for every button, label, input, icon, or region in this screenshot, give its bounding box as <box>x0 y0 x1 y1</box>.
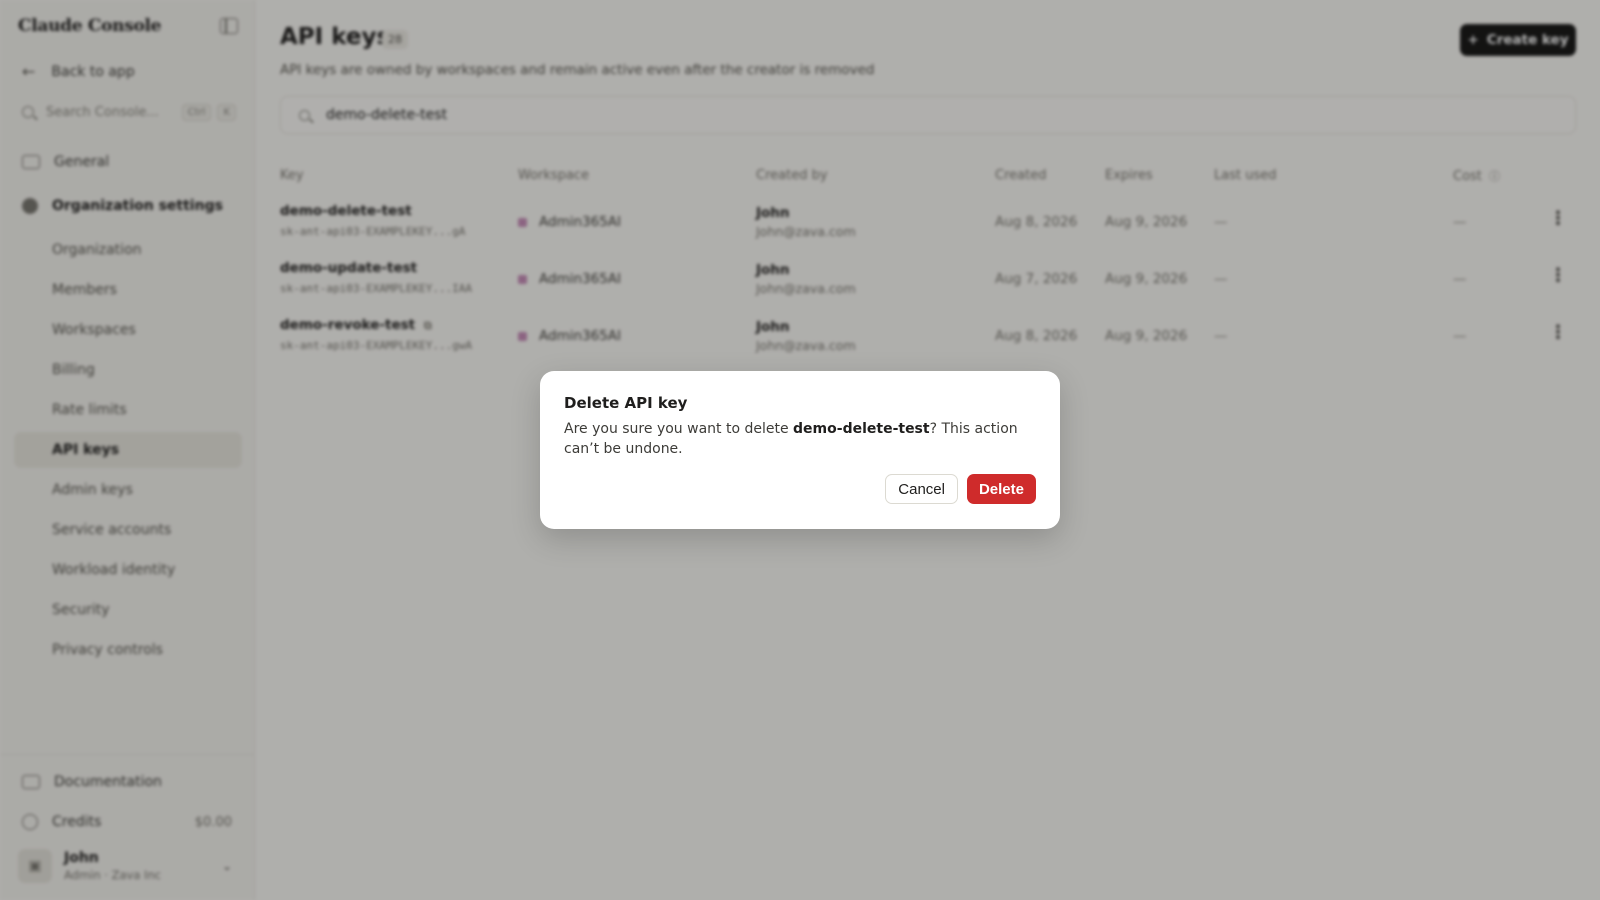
dialog-key-name: demo-delete-test <box>793 421 930 437</box>
dialog-actions: Cancel Delete <box>885 474 1036 504</box>
delete-api-key-dialog: Delete API key Are you sure you want to … <box>540 371 1060 529</box>
cancel-button[interactable]: Cancel <box>885 474 958 504</box>
dialog-body: Are you sure you want to delete demo-del… <box>564 419 1034 459</box>
delete-button[interactable]: Delete <box>966 474 1036 504</box>
dialog-body-prefix: Are you sure you want to delete <box>564 421 794 437</box>
dialog-title: Delete API key <box>564 394 688 412</box>
